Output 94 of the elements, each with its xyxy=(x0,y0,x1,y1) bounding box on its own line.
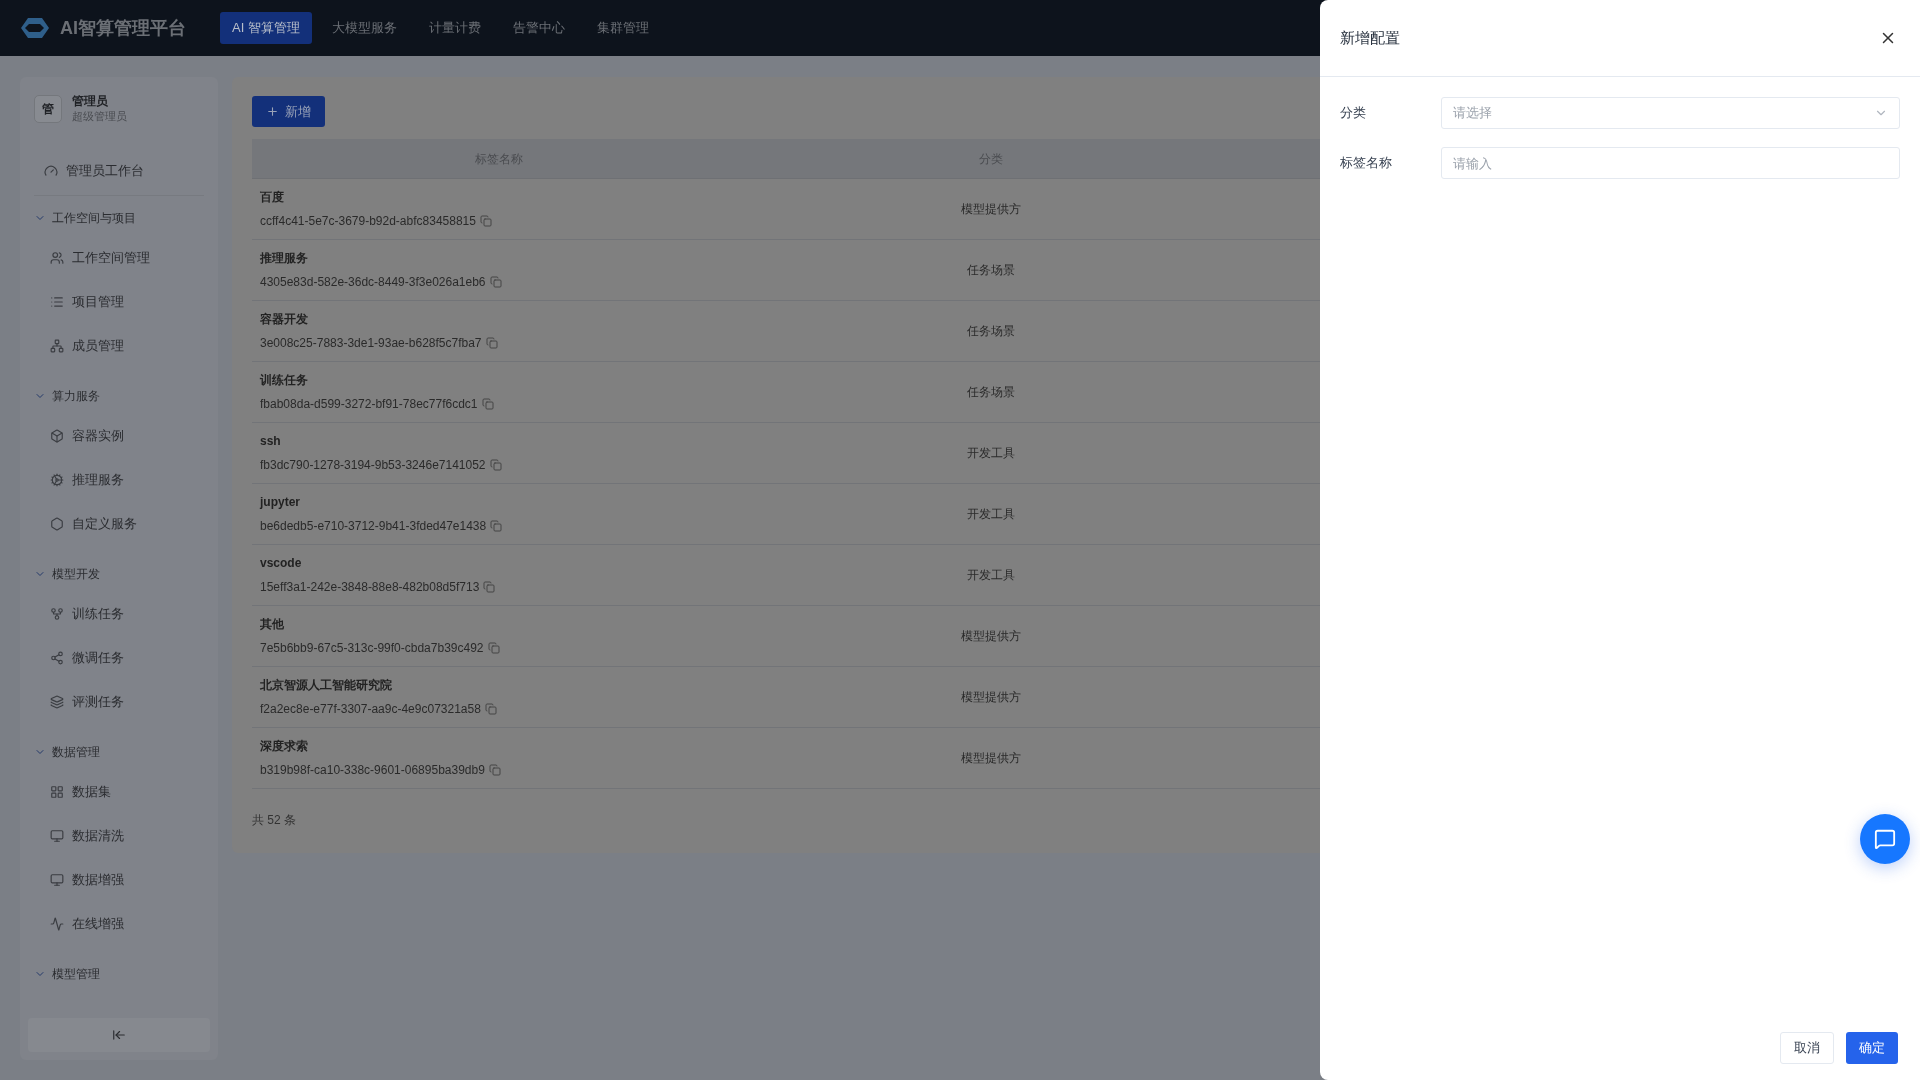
tag-id: b319b98f-ca10-338c-9601-06895ba39db9 xyxy=(260,762,485,779)
sidebar-item[interactable]: 数据增强 xyxy=(28,858,210,902)
tag-name: 其他 xyxy=(260,616,285,633)
total-count: 共 52 条 xyxy=(252,812,297,829)
sidebar-item[interactable]: 项目管理 xyxy=(28,280,210,324)
tag-name: 北京智源人工智能研究院 xyxy=(260,677,393,694)
copy-icon[interactable] xyxy=(481,398,494,410)
category-cell-text: 开发工具 xyxy=(966,567,1016,584)
sidebar-item[interactable]: 自定义服务 xyxy=(28,502,210,546)
cube-icon xyxy=(50,429,64,443)
sidebar-item[interactable]: 在线增强 xyxy=(28,902,210,946)
tag-id: 7e5b6bb9-67c5-313c-99f0-cbda7b39c492 xyxy=(260,640,484,657)
sidebar-item[interactable]: 训练任务 xyxy=(28,592,210,636)
cancel-button[interactable]: 取消 xyxy=(1780,1032,1834,1064)
layers-icon xyxy=(50,695,64,709)
sidebar-item[interactable]: 数据集 xyxy=(28,770,210,814)
brand-name: AI智算管理平台 xyxy=(60,16,186,40)
field-label: 标签名称 xyxy=(1340,154,1393,173)
nav-tab[interactable]: 计量计费 xyxy=(416,12,493,44)
hexagon-icon xyxy=(50,517,64,531)
collapse-icon xyxy=(112,1028,126,1042)
fork-icon xyxy=(50,607,64,621)
copy-icon[interactable] xyxy=(484,703,497,715)
nodes-icon xyxy=(50,651,64,665)
copy-icon[interactable] xyxy=(490,520,503,532)
list-icon xyxy=(50,295,64,309)
drawer-title: 新增配置 xyxy=(1340,27,1400,48)
nav-tab[interactable]: 大模型服务 xyxy=(319,12,409,44)
category-cell-text: 模型提供方 xyxy=(960,689,1022,706)
category-cell-text: 模型提供方 xyxy=(960,750,1022,767)
sidebar-group[interactable]: 模型开发 xyxy=(28,556,210,592)
field-label: 分类 xyxy=(1340,104,1367,123)
tag-name: 训练任务 xyxy=(260,372,309,389)
copy-icon[interactable] xyxy=(485,337,498,349)
select-field[interactable]: 请选择 xyxy=(1441,97,1900,129)
monitor-icon xyxy=(50,873,64,887)
plus-icon xyxy=(266,105,279,118)
tag-id: be6dedb5-e710-3712-9b41-3fded47e1438 xyxy=(260,518,487,535)
nav-tab[interactable]: AI 智算管理 xyxy=(220,12,312,44)
tag-id: 3e008c25-7883-3de1-93ae-b628f5c7fba7 xyxy=(260,335,482,352)
tag-name: 百度 xyxy=(260,189,285,206)
copy-icon[interactable] xyxy=(489,459,502,471)
sidebar-item[interactable]: 工作空间管理 xyxy=(28,236,210,280)
monitor-icon xyxy=(50,829,64,843)
tag-id: fbab08da-d599-3272-bf91-78ec77f6cdc1 xyxy=(260,396,478,413)
sidebar-item[interactable]: 容器实例 xyxy=(28,414,210,458)
confirm-button[interactable]: 确定 xyxy=(1846,1032,1898,1064)
sidebar-item[interactable]: 管理员工作台 xyxy=(28,151,210,191)
sidebar-item[interactable]: 微调任务 xyxy=(28,636,210,680)
user-name: 管理员 xyxy=(72,94,109,109)
nav-tab[interactable]: 集群管理 xyxy=(584,12,661,44)
category-cell-text: 模型提供方 xyxy=(960,628,1022,645)
tag-name: 深度求索 xyxy=(260,738,309,755)
category-cell-text: 任务场景 xyxy=(966,323,1016,340)
add-button[interactable]: 新增 xyxy=(252,96,325,127)
sidebar-group[interactable]: 数据管理 xyxy=(28,734,210,770)
tag-id: f2a2ec8e-e77f-3307-aa9c-4e9c07321a58 xyxy=(260,701,481,718)
tag-name: 容器开发 xyxy=(260,311,309,328)
avatar: 管 xyxy=(34,95,62,123)
users-icon xyxy=(50,251,64,265)
sidebar-item[interactable]: 评测任务 xyxy=(28,680,210,724)
tag-id: ccff4c41-5e7c-3679-b92d-abfc83458815 xyxy=(260,213,476,230)
input-field[interactable]: 请输入 xyxy=(1441,147,1900,179)
activity-icon xyxy=(50,917,64,931)
sidebar-group[interactable]: 算力服务 xyxy=(28,378,210,414)
tag-name: jupyter xyxy=(260,494,301,511)
category-cell-text: 任务场景 xyxy=(966,384,1016,401)
gear-icon xyxy=(50,473,64,487)
logo-icon xyxy=(20,16,50,40)
category-cell-text: 模型提供方 xyxy=(960,201,1022,218)
category-cell-text: 任务场景 xyxy=(966,262,1016,279)
copy-icon[interactable] xyxy=(479,215,492,227)
tag-id: fb3dc790-1278-3194-9b53-3246e7141052 xyxy=(260,457,486,474)
copy-icon[interactable] xyxy=(487,642,500,654)
category-cell-text: 开发工具 xyxy=(966,445,1016,462)
sidebar-item[interactable]: 成员管理 xyxy=(28,324,210,368)
hierarchy-icon xyxy=(50,339,64,353)
tag-id: 4305e83d-582e-36dc-8449-3f3e026a1eb6 xyxy=(260,274,486,291)
nav-tab[interactable]: 告警中心 xyxy=(500,12,577,44)
sidebar-item[interactable]: 数据清洗 xyxy=(28,814,210,858)
chat-icon xyxy=(1874,828,1896,850)
tag-id: 15eff3a1-242e-3848-88e8-482b08d5f713 xyxy=(260,579,480,596)
copy-icon[interactable] xyxy=(483,581,496,593)
tag-name: 推理服务 xyxy=(260,250,309,267)
tag-name: ssh xyxy=(260,433,282,450)
copy-icon[interactable] xyxy=(488,764,501,776)
sidebar-group[interactable]: 工作空间与项目 xyxy=(28,200,210,236)
category-cell-text: 开发工具 xyxy=(966,506,1016,523)
tag-name: vscode xyxy=(260,555,303,572)
grid-icon xyxy=(50,785,64,799)
sidebar-item[interactable]: 推理服务 xyxy=(28,458,210,502)
gauge-icon xyxy=(44,164,58,178)
sidebar-group[interactable]: 模型管理 xyxy=(28,956,210,992)
copy-icon[interactable] xyxy=(489,276,502,288)
